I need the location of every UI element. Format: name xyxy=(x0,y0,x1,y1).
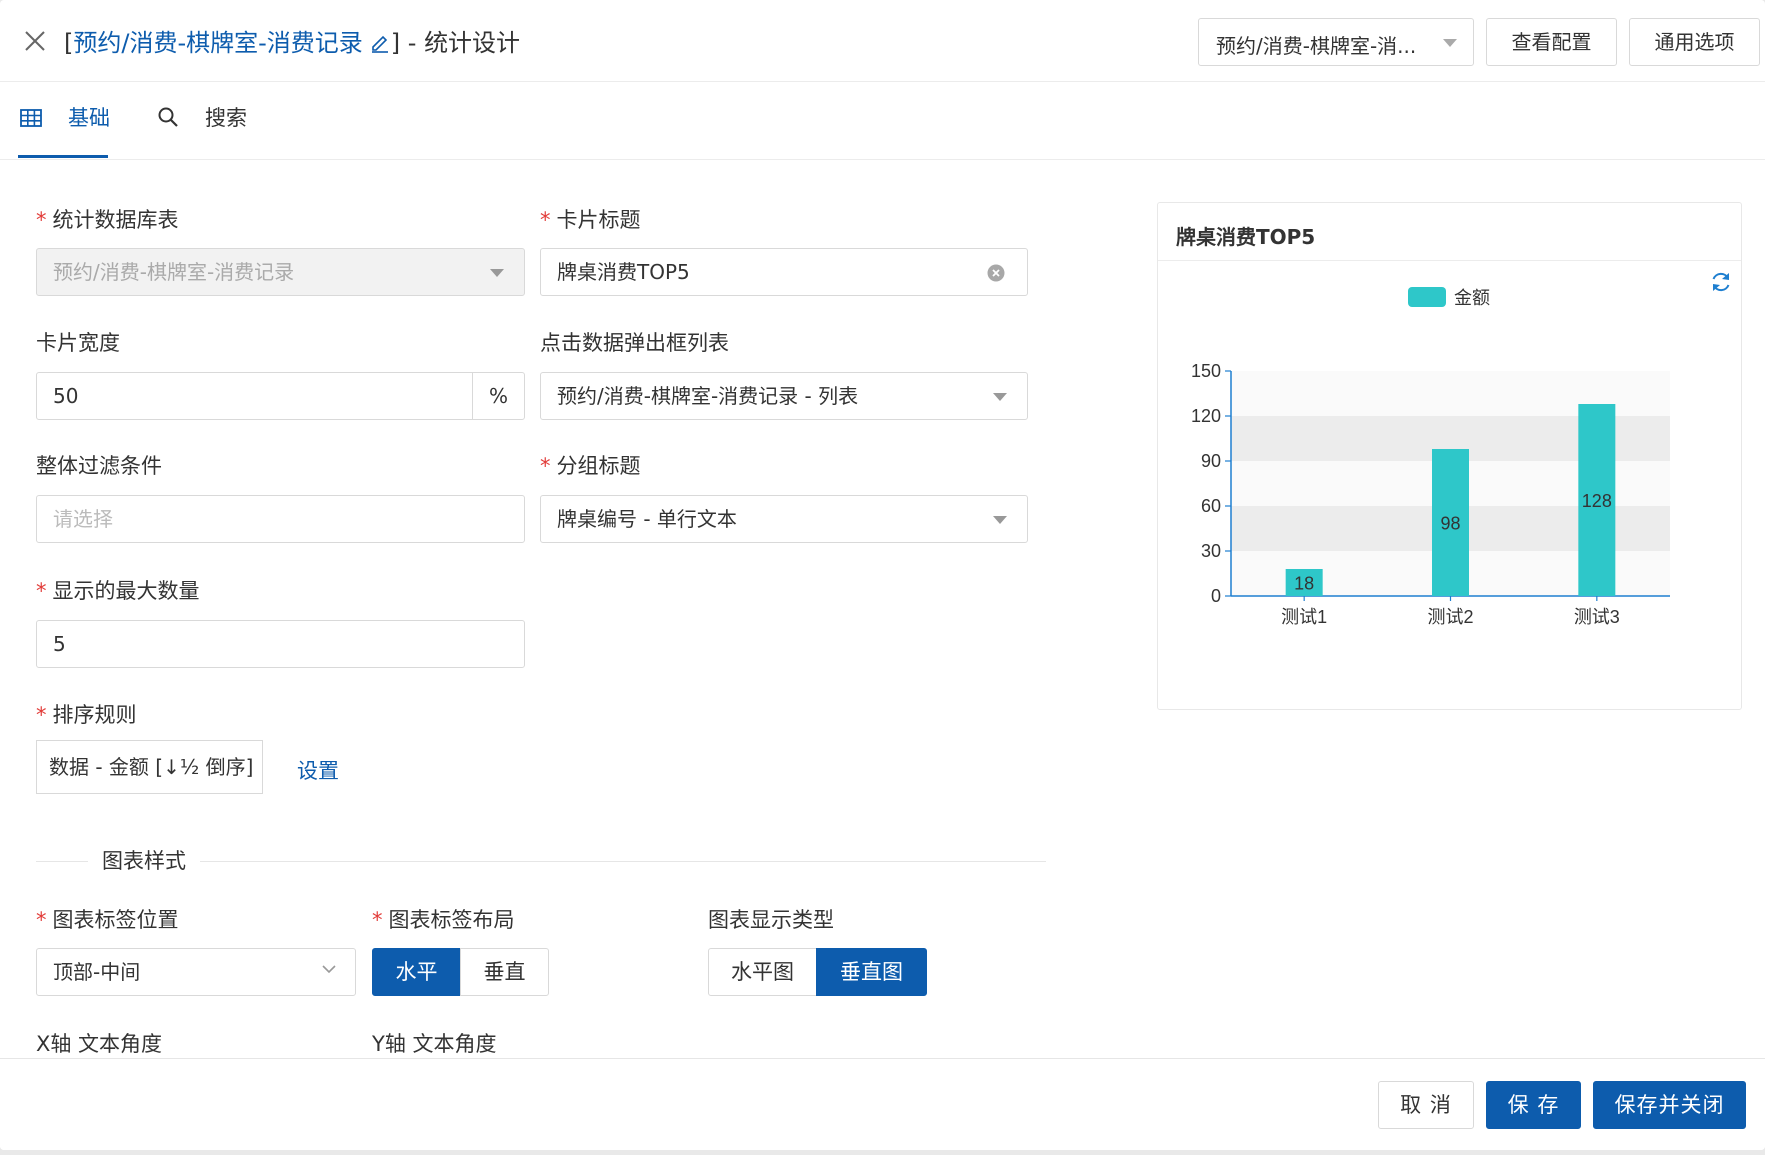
label-position-select[interactable]: 顶部-中间 xyxy=(36,948,356,996)
sort-rule-tag[interactable]: 数据 - 金额 [↓½ 倒序] xyxy=(36,740,263,794)
caret-down-icon xyxy=(1443,39,1457,47)
y-tick-label: 90 xyxy=(1201,451,1221,471)
datasource-value: 预约/消费-棋牌室-消费记录 xyxy=(53,260,295,284)
title-open-bracket: [ xyxy=(64,29,74,57)
x-axis-angle-label: X轴 文本角度 xyxy=(36,1032,163,1056)
edit-icon[interactable] xyxy=(369,31,391,53)
required-mark: * xyxy=(540,454,551,478)
required-mark: * xyxy=(540,208,551,232)
x-tick-label: 测试3 xyxy=(1574,607,1620,627)
stats-design-dialog: [预约/消费-棋牌室-消费记录 ] - 统计设计 预约/消费-棋牌室-消... … xyxy=(0,0,1765,1150)
y-tick-label: 150 xyxy=(1191,361,1221,381)
x-tick-label: 测试1 xyxy=(1281,607,1327,627)
sort-rule-label-text: 排序规则 xyxy=(52,703,137,727)
bar-value-label: 98 xyxy=(1440,514,1460,534)
group-title-label-text: 分组标题 xyxy=(556,454,641,478)
y-tick-label: 30 xyxy=(1201,541,1221,561)
display-type-label: 图表显示类型 xyxy=(708,908,834,932)
tab-search[interactable]: 搜索 xyxy=(157,83,247,160)
label-position-value: 顶部-中间 xyxy=(53,960,141,984)
required-mark: * xyxy=(36,908,47,932)
label-position-label-text: 图表标签位置 xyxy=(52,908,179,932)
tab-bar: 基础 搜索 xyxy=(0,83,1765,160)
chevron-down-icon xyxy=(322,965,336,974)
label-layout-label-text: 图表标签布局 xyxy=(388,908,515,932)
bar-value-label: 128 xyxy=(1582,491,1612,511)
card-width-label: 卡片宽度 xyxy=(36,331,120,355)
general-options-button[interactable]: 通用选项 xyxy=(1629,18,1760,66)
y-tick-label: 0 xyxy=(1211,586,1221,606)
percent-suffix: % xyxy=(472,373,524,419)
title-suffix: ] - 统计设计 xyxy=(390,29,521,57)
save-button[interactable]: 保 存 xyxy=(1486,1081,1581,1129)
label-position-label: * 图表标签位置 xyxy=(36,907,179,933)
table-icon xyxy=(20,109,42,127)
dialog-footer: 取 消 保 存 保存并关闭 xyxy=(0,1058,1765,1150)
legend-swatch xyxy=(1408,287,1446,307)
card-title-input[interactable]: 牌桌消费TOP5 xyxy=(540,248,1028,296)
title-link[interactable]: 预约/消费-棋牌室-消费记录 xyxy=(73,29,362,57)
active-tab-indicator xyxy=(18,155,108,158)
max-count-label-text: 显示的最大数量 xyxy=(52,579,200,603)
tab-basic-label: 基础 xyxy=(68,106,110,130)
card-width-input[interactable]: 50 % xyxy=(36,372,525,420)
max-count-label: * 显示的最大数量 xyxy=(36,578,200,604)
required-mark: * xyxy=(36,579,47,603)
y-tick-label: 120 xyxy=(1191,406,1221,426)
datasource-switch-value: 预约/消费-棋牌室-消... xyxy=(1216,34,1417,58)
bar-value-label: 18 xyxy=(1294,574,1314,594)
save-and-close-button[interactable]: 保存并关闭 xyxy=(1593,1081,1746,1129)
required-mark: * xyxy=(36,703,47,727)
datasource-switch-select[interactable]: 预约/消费-棋牌室-消... xyxy=(1198,18,1474,66)
caret-down-icon xyxy=(993,393,1007,401)
filter-placeholder: 请选择 xyxy=(53,507,113,531)
legend-label: 金额 xyxy=(1454,288,1490,308)
caret-down-icon xyxy=(490,269,504,277)
caret-down-icon xyxy=(993,516,1007,524)
required-mark: * xyxy=(36,208,47,232)
layout-horizontal-option[interactable]: 水平 xyxy=(372,948,461,996)
max-count-value: 5 xyxy=(53,632,66,656)
bar-chart: 0 30 60 90 120 150 18 测试1 98 测试2 128 测试3 金额 xyxy=(1191,287,1670,627)
popup-list-select[interactable]: 预约/消费-棋牌室-消费记录 - 列表 xyxy=(540,372,1028,420)
x-tick-label: 测试2 xyxy=(1427,607,1473,627)
group-title-label: * 分组标题 xyxy=(540,453,641,479)
chart-style-section-title: 图表样式 xyxy=(88,848,200,874)
group-title-select[interactable]: 牌桌编号 - 单行文本 xyxy=(540,495,1028,543)
display-vertical-option[interactable]: 垂直图 xyxy=(816,948,927,996)
popup-list-label: 点击数据弹出框列表 xyxy=(540,331,729,355)
datasource-label-text: 统计数据库表 xyxy=(52,208,179,232)
chart-preview-card: 牌桌消费TOP5 0 30 60 90 120 150 18 测试1 98 测试2 128 测试3 金额 xyxy=(1157,202,1742,710)
datasource-label: * 统计数据库表 xyxy=(36,207,179,233)
card-width-value: 50 xyxy=(53,384,79,408)
popup-list-value: 预约/消费-棋牌室-消费记录 - 列表 xyxy=(557,384,859,408)
cancel-button[interactable]: 取 消 xyxy=(1378,1081,1474,1129)
sort-settings-link[interactable]: 设置 xyxy=(297,755,339,785)
datasource-select: 预约/消费-棋牌室-消费记录 xyxy=(36,248,525,296)
label-layout-label: * 图表标签布局 xyxy=(372,907,515,933)
card-title-value: 牌桌消费TOP5 xyxy=(557,260,690,284)
tab-search-label: 搜索 xyxy=(205,106,247,130)
view-config-button[interactable]: 查看配置 xyxy=(1486,18,1617,66)
tab-basic[interactable]: 基础 xyxy=(20,83,110,160)
y-axis-angle-label: Y轴 文本角度 xyxy=(372,1032,497,1056)
close-icon[interactable] xyxy=(22,28,48,54)
chart-card-title: 牌桌消费TOP5 xyxy=(1176,225,1316,249)
display-horizontal-option[interactable]: 水平图 xyxy=(708,948,817,996)
dialog-title: [预约/消费-棋牌室-消费记录 ] - 统计设计 xyxy=(64,28,520,58)
sort-rule-label: * 排序规则 xyxy=(36,702,137,728)
clear-icon[interactable] xyxy=(987,264,1005,282)
group-title-value: 牌桌编号 - 单行文本 xyxy=(557,507,737,531)
layout-vertical-option[interactable]: 垂直 xyxy=(460,948,549,996)
dialog-header: [预约/消费-棋牌室-消费记录 ] - 统计设计 预约/消费-棋牌室-消... … xyxy=(0,0,1765,82)
required-mark: * xyxy=(372,908,383,932)
card-title-label: * 卡片标题 xyxy=(540,207,641,233)
card-title-label-text: 卡片标题 xyxy=(556,208,641,232)
max-count-input[interactable]: 5 xyxy=(36,620,525,668)
y-tick-label: 60 xyxy=(1201,496,1221,516)
filter-label: 整体过滤条件 xyxy=(36,454,162,478)
filter-select[interactable]: 请选择 xyxy=(36,495,525,543)
search-icon xyxy=(158,107,178,127)
